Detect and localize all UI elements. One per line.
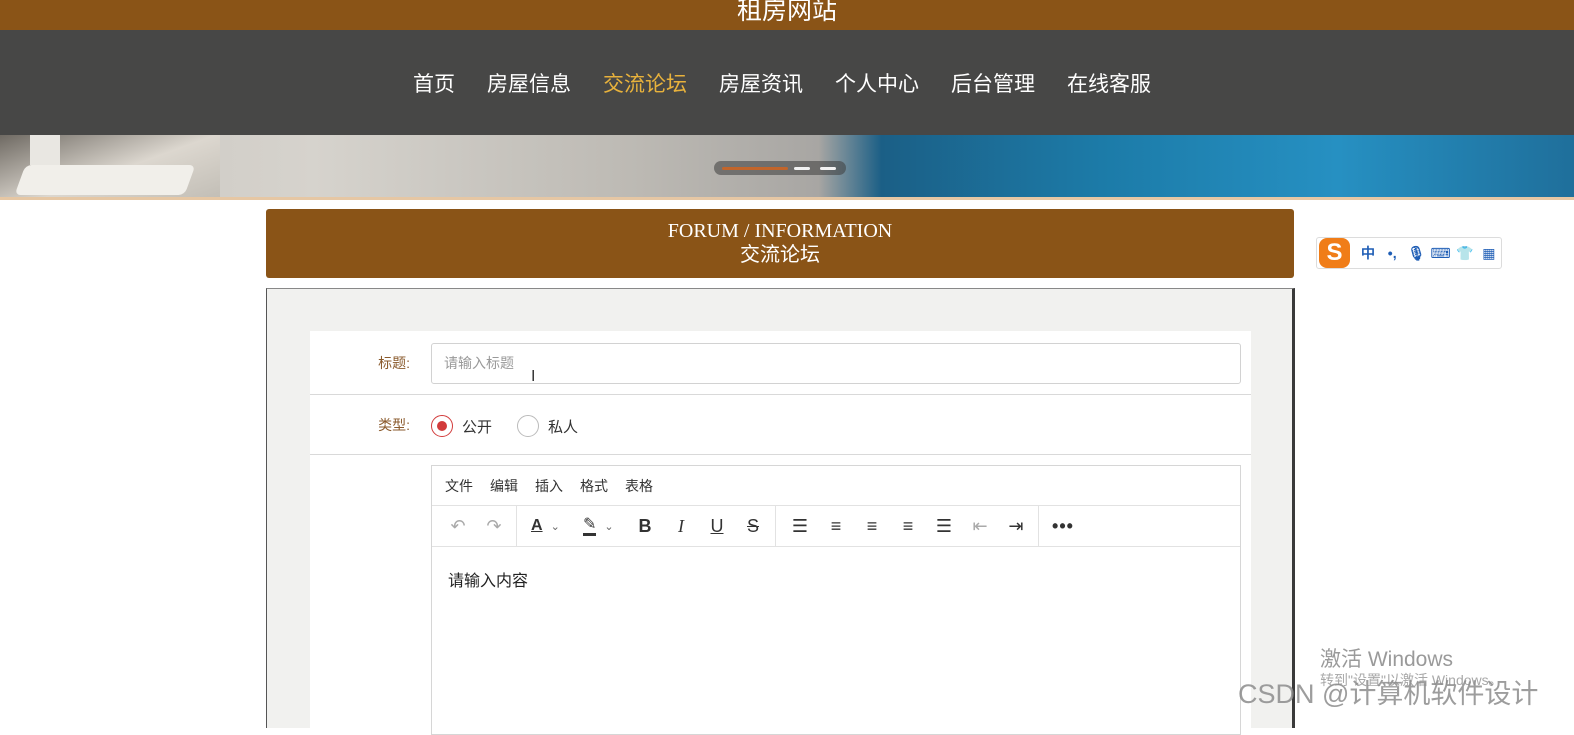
title-label: 标题: [378, 355, 410, 371]
italic-icon[interactable]: I [663, 510, 699, 542]
activate-windows-title: 激活 Windows [1320, 648, 1454, 671]
strikethrough-icon[interactable]: S [735, 510, 771, 542]
align-right-icon[interactable]: ≡ [890, 510, 926, 542]
align-center-icon[interactable]: ≡ [854, 510, 890, 542]
bold-icon[interactable]: B [627, 510, 663, 542]
indent-icon[interactable]: ⇥ [998, 510, 1034, 542]
nav-item-news[interactable]: 房屋资讯 [719, 68, 803, 98]
highlight-color-icon[interactable]: ✎ ⌄ [575, 510, 627, 542]
undo-icon[interactable]: ↶ [440, 510, 476, 542]
form-panel: 标题: 请输入标题 I 类型: 公开 私人 文件 编辑 插入 格式 表格 ↶ ↷… [266, 288, 1295, 735]
menu-insert[interactable]: 插入 [535, 476, 563, 496]
menu-edit[interactable]: 编辑 [490, 476, 518, 496]
line-height-icon[interactable]: ☰ [782, 510, 818, 542]
skin-icon[interactable]: 👕 [1453, 245, 1477, 262]
nav-item-support[interactable]: 在线客服 [1067, 68, 1151, 98]
align-justify-icon[interactable]: ☰ [926, 510, 962, 542]
banner-pillow-shape [30, 135, 60, 165]
editor-content[interactable]: 请输入内容 [432, 547, 1240, 611]
redo-icon[interactable]: ↷ [476, 510, 512, 542]
grid-icon[interactable]: ▦ [1477, 245, 1501, 262]
menu-table[interactable]: 表格 [625, 476, 653, 496]
editor-menubar: 文件 编辑 插入 格式 表格 [432, 466, 1240, 506]
section-title-en: FORUM / INFORMATION [667, 220, 893, 242]
post-form: 标题: 请输入标题 I 类型: 公开 私人 文件 编辑 插入 格式 表格 ↶ ↷… [310, 331, 1251, 735]
microphone-icon[interactable]: 🎙 [1404, 245, 1428, 262]
radio-checked-icon [431, 415, 453, 437]
nav-item-admin[interactable]: 后台管理 [951, 68, 1035, 98]
more-icon[interactable]: ••• [1045, 510, 1081, 542]
nav-item-home[interactable]: 首页 [413, 68, 455, 98]
section-header: FORUM / INFORMATION 交流论坛 [266, 209, 1294, 278]
radio-unchecked-icon [517, 415, 539, 437]
align-left-icon[interactable]: ≡ [818, 510, 854, 542]
form-row-type: 类型: 公开 私人 [310, 395, 1251, 455]
keyboard-icon[interactable]: ⌨ [1428, 245, 1452, 262]
carousel-dot[interactable] [820, 167, 836, 170]
editor-toolbar: ↶ ↷ A ⌄ ✎ ⌄ B I U S ☰ ≡ ≡ ≡ ☰ ⇤ ⇥ ••• [432, 505, 1240, 547]
history-group: ↶ ↷ [440, 505, 517, 547]
nav-item-profile[interactable]: 个人中心 [835, 68, 919, 98]
carousel-dot-active[interactable] [722, 167, 788, 170]
text-cursor-icon: I [531, 368, 536, 385]
format-group: A ⌄ ✎ ⌄ B I U S [523, 505, 776, 547]
menu-format[interactable]: 格式 [580, 476, 608, 496]
menu-file[interactable]: 文件 [445, 476, 473, 496]
main-nav: 首页 房屋信息 交流论坛 房屋资讯 个人中心 后台管理 在线客服 [0, 30, 1574, 135]
banner-carousel [0, 135, 1574, 198]
radio-private-label: 私人 [548, 418, 579, 436]
section-title-cn: 交流论坛 [740, 244, 820, 266]
title-input[interactable]: 请输入标题 [431, 343, 1241, 384]
sogou-logo-icon: S [1319, 238, 1350, 268]
carousel-indicator[interactable] [714, 161, 846, 175]
form-row-title: 标题: 请输入标题 I [310, 331, 1251, 395]
more-group: ••• [1045, 506, 1085, 547]
nav-item-forum[interactable]: 交流论坛 [603, 68, 687, 98]
banner-sofa-shape [14, 165, 196, 195]
text-color-icon[interactable]: A ⌄ [523, 510, 575, 542]
ime-punctuation[interactable]: •, [1380, 245, 1404, 261]
type-label: 类型: [378, 417, 410, 433]
ime-toolbar[interactable]: S 中 •, 🎙 ⌨ 👕 ▦ [1316, 237, 1502, 269]
underline-icon[interactable]: U [699, 510, 735, 542]
carousel-dot[interactable] [794, 167, 810, 170]
align-group: ☰ ≡ ≡ ≡ ☰ ⇤ ⇥ [782, 505, 1039, 547]
csdn-watermark: CSDN @计算机软件设计 [1238, 679, 1539, 709]
rich-text-editor: 文件 编辑 插入 格式 表格 ↶ ↷ A ⌄ ✎ ⌄ B I U S ☰ ≡ ≡… [431, 465, 1241, 735]
site-header: 租房网站 [0, 0, 1574, 30]
radio-public[interactable]: 公开 [431, 415, 492, 437]
radio-private[interactable]: 私人 [517, 415, 578, 437]
radio-public-label: 公开 [462, 418, 493, 436]
outdent-icon[interactable]: ⇤ [962, 510, 998, 542]
banner-divider [0, 197, 1574, 200]
nav-item-houses[interactable]: 房屋信息 [487, 68, 571, 98]
site-title: 租房网站 [736, 0, 837, 25]
ime-mode[interactable]: 中 [1356, 243, 1380, 263]
